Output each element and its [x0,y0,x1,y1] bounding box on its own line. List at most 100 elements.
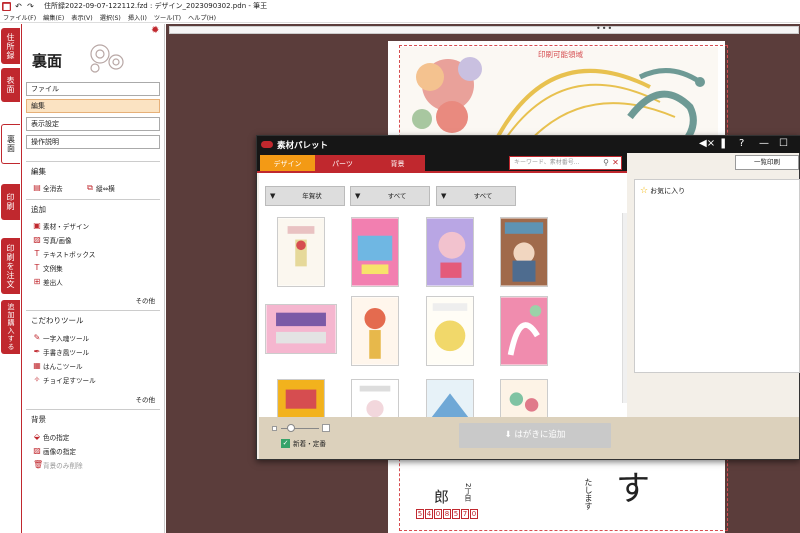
dropdown-arrow-icon: ▼ [355,192,361,200]
design-thumbnail[interactable] [351,217,399,287]
bg-color-item[interactable]: ⬙ 色の指定 [33,432,69,443]
add-sender-item[interactable]: ⊞ 差出人 [33,277,63,288]
design-thumbnail[interactable] [277,379,325,417]
add-material-design-item[interactable]: ▣ 素材・デザイン [33,221,89,232]
grid-scrollbar[interactable] [622,213,627,403]
design-thumbnail[interactable] [500,379,548,417]
design-thumbnail[interactable] [426,379,474,417]
menu-select[interactable]: 選択(S) [100,13,121,22]
vtab-print[interactable]: 印刷 [1,184,20,220]
undo-icon[interactable]: ↶ [14,2,23,11]
redo-icon[interactable]: ↷ [26,2,35,11]
favorites-item[interactable]: ☆ お気に入り [640,186,685,196]
vtab-purchase[interactable]: 追加購入する [1,300,20,354]
download-icon: ⬇ [504,430,515,440]
mute-icon[interactable]: ◀× [699,138,715,149]
divider [26,199,160,200]
nav-file-button[interactable]: ファイル [26,82,160,96]
sample-text-icon: T [34,263,40,272]
maximize-icon[interactable]: ☐ [779,138,788,149]
tools-section-title: こだわりツール [31,316,84,325]
design-thumbnail[interactable] [265,304,337,354]
bg-section-title: 背景 [31,415,46,424]
slider-knob[interactable] [287,424,295,432]
style-dropdown[interactable]: ▼ すべて [436,186,516,206]
vtab-front[interactable]: 表面 [1,68,20,102]
design-thumbnail[interactable] [351,379,399,417]
clear-all-item[interactable]: ▤ 全消去 [33,183,63,194]
vertical-tabs: 住所録 表面 裏面 印刷 印刷を注文 追加購入する [0,24,22,533]
orientation-item[interactable]: ⧉ 縦⇔横 [86,183,115,194]
small-size-icon [272,426,277,431]
help-icon[interactable]: ? [739,138,744,149]
thumbnail-size-slider[interactable] [272,424,332,432]
save-icon[interactable]: ■ [2,1,11,11]
vtab-back[interactable]: 裏面 [1,124,20,164]
menu-view[interactable]: 表示(V) [71,13,92,22]
more-dots-icon[interactable]: ••• [596,24,613,33]
bg-image-item[interactable]: ▨ 画像の指定 [33,446,76,457]
search-input[interactable]: キーワード、素材番号... ⚲ ✕ [509,156,622,170]
type-dropdown[interactable]: ▼ すべて [350,186,430,206]
add-textbox-item[interactable]: T テキストボックス [33,249,96,260]
clear-all-icon: ▤ [33,183,41,192]
textbox-icon: T [34,249,40,258]
choi-tool-item[interactable]: ✧ チョイ足すツール [33,375,96,386]
search-icon[interactable]: ⚲ [603,157,609,169]
sender-icon: ⊞ [33,277,41,286]
menu-tools[interactable]: ツール(T) [154,13,181,22]
handwriting-tool-item[interactable]: ✒ 手書き風ツール [33,347,90,358]
kanji-tool-item[interactable]: ✎ 一字入魂ツール [33,333,90,344]
bg-delete-item[interactable]: 🗑 背景のみ削除 [33,460,83,471]
menu-edit[interactable]: 編集(E) [43,13,64,22]
large-size-icon [322,424,330,432]
greeting-large-text: す [616,469,650,509]
flower-logo-icon [90,44,124,73]
menu-bar: ファイル(F) 編集(E) 表示(V) 選択(S) 挿入(I) ツール(T) ヘ… [0,12,800,23]
divider [26,310,160,311]
menu-help[interactable]: ヘルプ(H) [188,13,216,22]
design-thumbnail[interactable] [277,217,325,287]
add-photo-item[interactable]: ▨ 写真/画像 [33,235,71,246]
add-sample-text-item[interactable]: T 文例集 [33,263,63,274]
design-thumbnail[interactable] [500,296,548,366]
material-icon: ▣ [33,221,41,230]
stamp-icon: ▦ [33,361,41,370]
vtab-address-book[interactable]: 住所録 [1,28,20,64]
gear-icon[interactable]: ✹ [151,25,159,36]
app-logo-icon [261,141,273,148]
edit-section-title: 編集 [31,167,46,176]
tools-more-link[interactable]: その他 [136,394,156,404]
stamp-tool-item[interactable]: ▦ はんこツール [33,361,82,372]
nav-instructions-button[interactable]: 操作説明 [26,135,160,149]
trash-icon: 🗑 [33,460,44,469]
panel-heading: 裏面 [32,52,63,70]
rotate-icon: ⧉ [87,183,93,192]
add-more-link[interactable]: その他 [136,295,156,305]
design-thumbnail[interactable] [426,296,474,366]
design-thumbnail[interactable] [500,217,548,287]
star-icon: ☆ [640,186,649,196]
printable-area-label: 印刷可能領域 [538,50,583,59]
dialog-title: 素材パレット [277,140,329,151]
dropdown-arrow-icon: ▼ [270,192,276,200]
category-dropdown[interactable]: ▼ 年賀状 [265,186,345,206]
menu-file[interactable]: ファイル(F) [3,13,36,22]
add-section-title: 追加 [31,205,46,214]
nav-edit-button[interactable]: 編集 [26,99,160,113]
check-icon: ✓ [281,438,290,448]
print-list-button[interactable]: 一覧印刷 [735,155,799,170]
nav-display-settings-button[interactable]: 表示設定 [26,117,160,131]
new-standard-checkbox[interactable]: ✓ 新着・定番 [281,438,326,448]
design-thumbnail[interactable] [351,296,399,366]
add-to-postcard-button[interactable]: ⬇ はがきに追加 [459,423,611,448]
minimize-icon[interactable]: — [759,138,769,149]
image-icon: ▨ [33,446,41,455]
sparkle-icon: ✧ [33,375,41,384]
postal-code: 5 4 0 8 5 7 0 [416,509,478,519]
vtab-order-print[interactable]: 印刷を注文 [1,238,20,294]
menu-insert[interactable]: 挿入(I) [128,13,147,22]
clear-icon[interactable]: ✕ [611,158,620,168]
design-thumbnail[interactable] [426,217,474,287]
manual-icon[interactable]: ❚ [719,138,727,149]
